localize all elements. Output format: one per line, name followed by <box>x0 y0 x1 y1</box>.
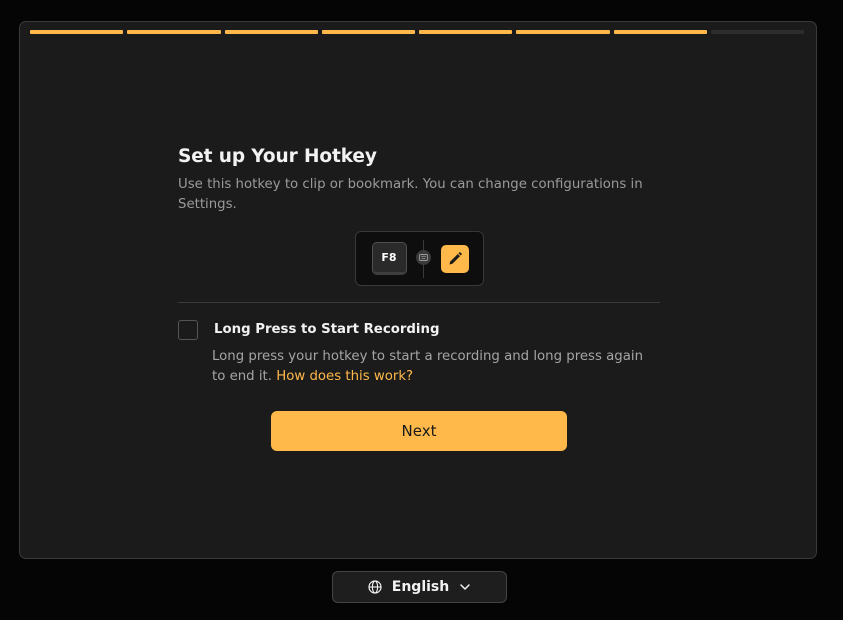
language-selected: English <box>391 579 450 595</box>
long-press-label: Long Press to Start Recording <box>214 322 440 337</box>
next-button[interactable]: Next <box>271 411 567 451</box>
edit-hotkey-button[interactable] <box>440 245 469 273</box>
long-press-option: Long Press to Start Recording <box>178 319 660 340</box>
step-progress-bar <box>30 30 804 34</box>
progress-segment <box>321 30 415 34</box>
progress-segment <box>516 30 610 34</box>
progress-segment <box>613 30 707 34</box>
section-divider <box>178 302 660 303</box>
globe-icon <box>368 580 382 594</box>
pencil-icon <box>449 252 462 265</box>
progress-segment <box>419 30 513 34</box>
hotkey-display: F8 <box>354 231 484 286</box>
progress-segment <box>224 30 318 34</box>
progress-segment <box>710 30 804 34</box>
hotkey-key[interactable]: F8 <box>371 242 407 275</box>
keyboard-icon <box>415 250 431 265</box>
hotkey-setup-section: Set up Your Hotkey Use this hotkey to cl… <box>178 146 660 451</box>
page-subtitle: Use this hotkey to clip or bookmark. You… <box>178 177 643 212</box>
chevron-down-icon <box>460 584 470 590</box>
how-does-this-work-link[interactable]: How does this work? <box>276 369 413 384</box>
long-press-checkbox[interactable] <box>178 319 198 340</box>
long-press-description: Long press your hotkey to start a record… <box>212 347 660 387</box>
progress-segment <box>30 30 124 34</box>
language-selector[interactable]: English <box>332 571 507 603</box>
progress-segment <box>127 30 221 34</box>
onboarding-window: Set up Your Hotkey Use this hotkey to cl… <box>19 21 817 559</box>
page-title: Set up Your Hotkey <box>178 146 377 167</box>
